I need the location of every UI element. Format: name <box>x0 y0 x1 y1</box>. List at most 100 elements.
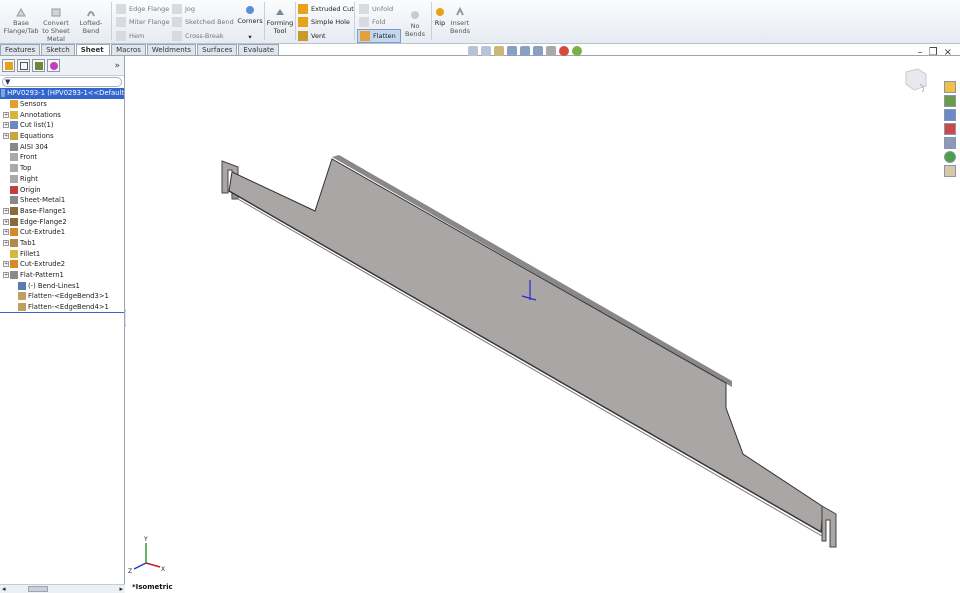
sheet-metal-part[interactable] <box>221 155 837 548</box>
triad-z-label: Z <box>128 568 132 575</box>
lofted-bend-button[interactable]: Lofted-Bend <box>73 6 109 35</box>
tree-item[interactable]: Front <box>0 152 124 163</box>
flatten-button[interactable]: Flatten <box>357 29 401 43</box>
chevron-down-icon[interactable]: ▾ <box>248 33 251 41</box>
configuration-manager-tab-icon[interactable] <box>32 59 45 72</box>
edge-flange-button[interactable]: Edge Flange <box>116 4 169 14</box>
cut-icon <box>10 228 18 237</box>
expand-icon[interactable]: + <box>3 239 9 246</box>
tree-item[interactable]: Right <box>0 174 124 185</box>
scroll-left-icon[interactable]: ◂ <box>2 585 6 593</box>
filter-field[interactable]: ▼ <box>2 77 122 87</box>
property-manager-tab-icon[interactable] <box>17 59 30 72</box>
bend-lines-icon <box>18 281 26 290</box>
cutlist-icon <box>10 121 18 130</box>
expand-icon[interactable]: + <box>3 133 9 140</box>
hem-icon <box>116 31 126 41</box>
tree-child-item[interactable]: Flatten-<EdgeBend4>1 <box>0 302 124 313</box>
tree-item[interactable]: + Cut-Extrude2 <box>0 259 124 270</box>
flatten-bend-icon <box>18 303 26 312</box>
more-tabs-chevron-icon[interactable]: » <box>114 61 120 71</box>
scroll-thumb[interactable] <box>28 586 48 592</box>
extruded-cut-button[interactable]: Extruded Cut <box>298 4 354 14</box>
hide-show-items-icon[interactable] <box>546 46 556 56</box>
no-bends-icon <box>411 11 419 19</box>
edit-appearance-icon[interactable] <box>559 46 569 56</box>
apply-scene-icon[interactable] <box>572 46 582 56</box>
tree-line-icon <box>3 165 9 171</box>
fold-button[interactable]: Fold <box>359 17 385 27</box>
tree-root-part[interactable]: HPV0293-1 (HPV0293-1<<Default <box>0 88 124 99</box>
ribbon-separator <box>111 2 112 40</box>
origin-icon <box>10 185 18 194</box>
tree-item[interactable]: + Equations <box>0 131 124 142</box>
rip-button[interactable]: Rip <box>433 6 447 27</box>
expand-icon[interactable]: + <box>3 272 9 279</box>
tree-item[interactable]: Sensors <box>0 99 124 110</box>
tree-item[interactable]: Origin <box>0 184 124 195</box>
tree-item[interactable]: + Edge-Flange2 <box>0 216 124 227</box>
base-flange-button[interactable]: Base Flange/Tab <box>4 6 38 35</box>
expand-icon[interactable]: + <box>3 261 9 268</box>
tree-item[interactable]: + Annotations <box>0 109 124 120</box>
base-flange-icon <box>16 7 26 17</box>
display-style-icon[interactable] <box>533 46 543 56</box>
simple-hole-icon <box>298 17 308 27</box>
vent-button[interactable]: Vent <box>298 31 326 41</box>
tree-item[interactable]: AISI 304 <box>0 141 124 152</box>
feature-manager-tab-icon[interactable] <box>2 59 15 72</box>
insert-bends-button[interactable]: Insert Bends <box>448 6 472 35</box>
scroll-right-icon[interactable]: ▸ <box>119 585 123 593</box>
expand-icon[interactable]: + <box>3 207 9 214</box>
tree-item[interactable]: Top <box>0 163 124 174</box>
fold-icon <box>359 17 369 27</box>
rip-icon <box>436 8 444 16</box>
expand-icon[interactable]: + <box>3 122 9 129</box>
tree-item[interactable]: Sheet-Metal1 <box>0 195 124 206</box>
hem-button[interactable]: Hem <box>116 31 144 41</box>
plane-icon <box>10 153 18 162</box>
convert-to-sheet-metal-button[interactable]: Convert to Sheet Metal <box>40 6 72 43</box>
tree-item[interactable]: + Flat-Pattern1 <box>0 270 124 281</box>
forming-tool-button[interactable]: Forming Tool <box>266 6 294 35</box>
plane-icon <box>10 174 18 183</box>
tree-item[interactable]: + Base-Flange1 <box>0 206 124 217</box>
graphics-area[interactable]: – ❐ × Y X Z *Isometric <box>126 46 960 593</box>
panel-horizontal-scrollbar[interactable]: ◂ ▸ <box>0 584 125 593</box>
expand-icon[interactable]: + <box>3 218 9 225</box>
view-orientation-icon[interactable] <box>520 46 530 56</box>
tree-item-label: Cut-Extrude2 <box>20 260 66 269</box>
section-view-icon[interactable] <box>507 46 517 56</box>
tree-child-label: (-) Bend-Lines1 <box>28 281 80 290</box>
cross-break-button[interactable]: Cross-Break <box>172 31 224 41</box>
rollback-bar[interactable] <box>0 312 125 313</box>
corners-button[interactable]: Corners ▾ <box>236 4 264 41</box>
tree-child-item[interactable]: Flatten-<EdgeBend3>1 <box>0 291 124 302</box>
convert-icon <box>51 8 61 17</box>
tree-child-item[interactable]: (-) Bend-Lines1 <box>0 280 124 291</box>
tree-item[interactable]: Fillet1 <box>0 248 124 259</box>
sketched-bend-icon <box>172 17 182 27</box>
dimxpert-tab-icon[interactable] <box>47 59 60 72</box>
unfold-button[interactable]: Unfold <box>359 4 393 14</box>
tree-item[interactable]: + Cut-Extrude1 <box>0 227 124 238</box>
tree-item-label: Top <box>20 164 32 173</box>
no-bends-button[interactable]: No Bends <box>400 9 430 38</box>
tree-item-label: Edge-Flange2 <box>20 217 67 226</box>
simple-hole-button[interactable]: Simple Hole <box>298 17 350 27</box>
zoom-to-area-icon[interactable] <box>481 46 491 56</box>
reference-triad: Y X Z <box>128 536 165 575</box>
sketched-bend-button[interactable]: Sketched Bend <box>172 17 234 27</box>
jog-button[interactable]: Jog <box>172 4 195 14</box>
zoom-to-fit-icon[interactable] <box>468 46 478 56</box>
expand-icon[interactable]: + <box>3 229 9 236</box>
tree-line-icon <box>3 144 9 150</box>
expand-icon[interactable]: + <box>3 111 9 118</box>
feature-tree: HPV0293-1 (HPV0293-1<<Default Sensors + An… <box>0 88 124 312</box>
tree-item[interactable]: + Cut list(1) <box>0 120 124 131</box>
tree-item[interactable]: + Tab1 <box>0 238 124 249</box>
triad-y-label: Y <box>143 536 148 543</box>
miter-flange-button[interactable]: Miter Flange <box>116 17 169 27</box>
previous-view-icon[interactable] <box>494 46 504 56</box>
ribbon-separator <box>354 2 355 40</box>
